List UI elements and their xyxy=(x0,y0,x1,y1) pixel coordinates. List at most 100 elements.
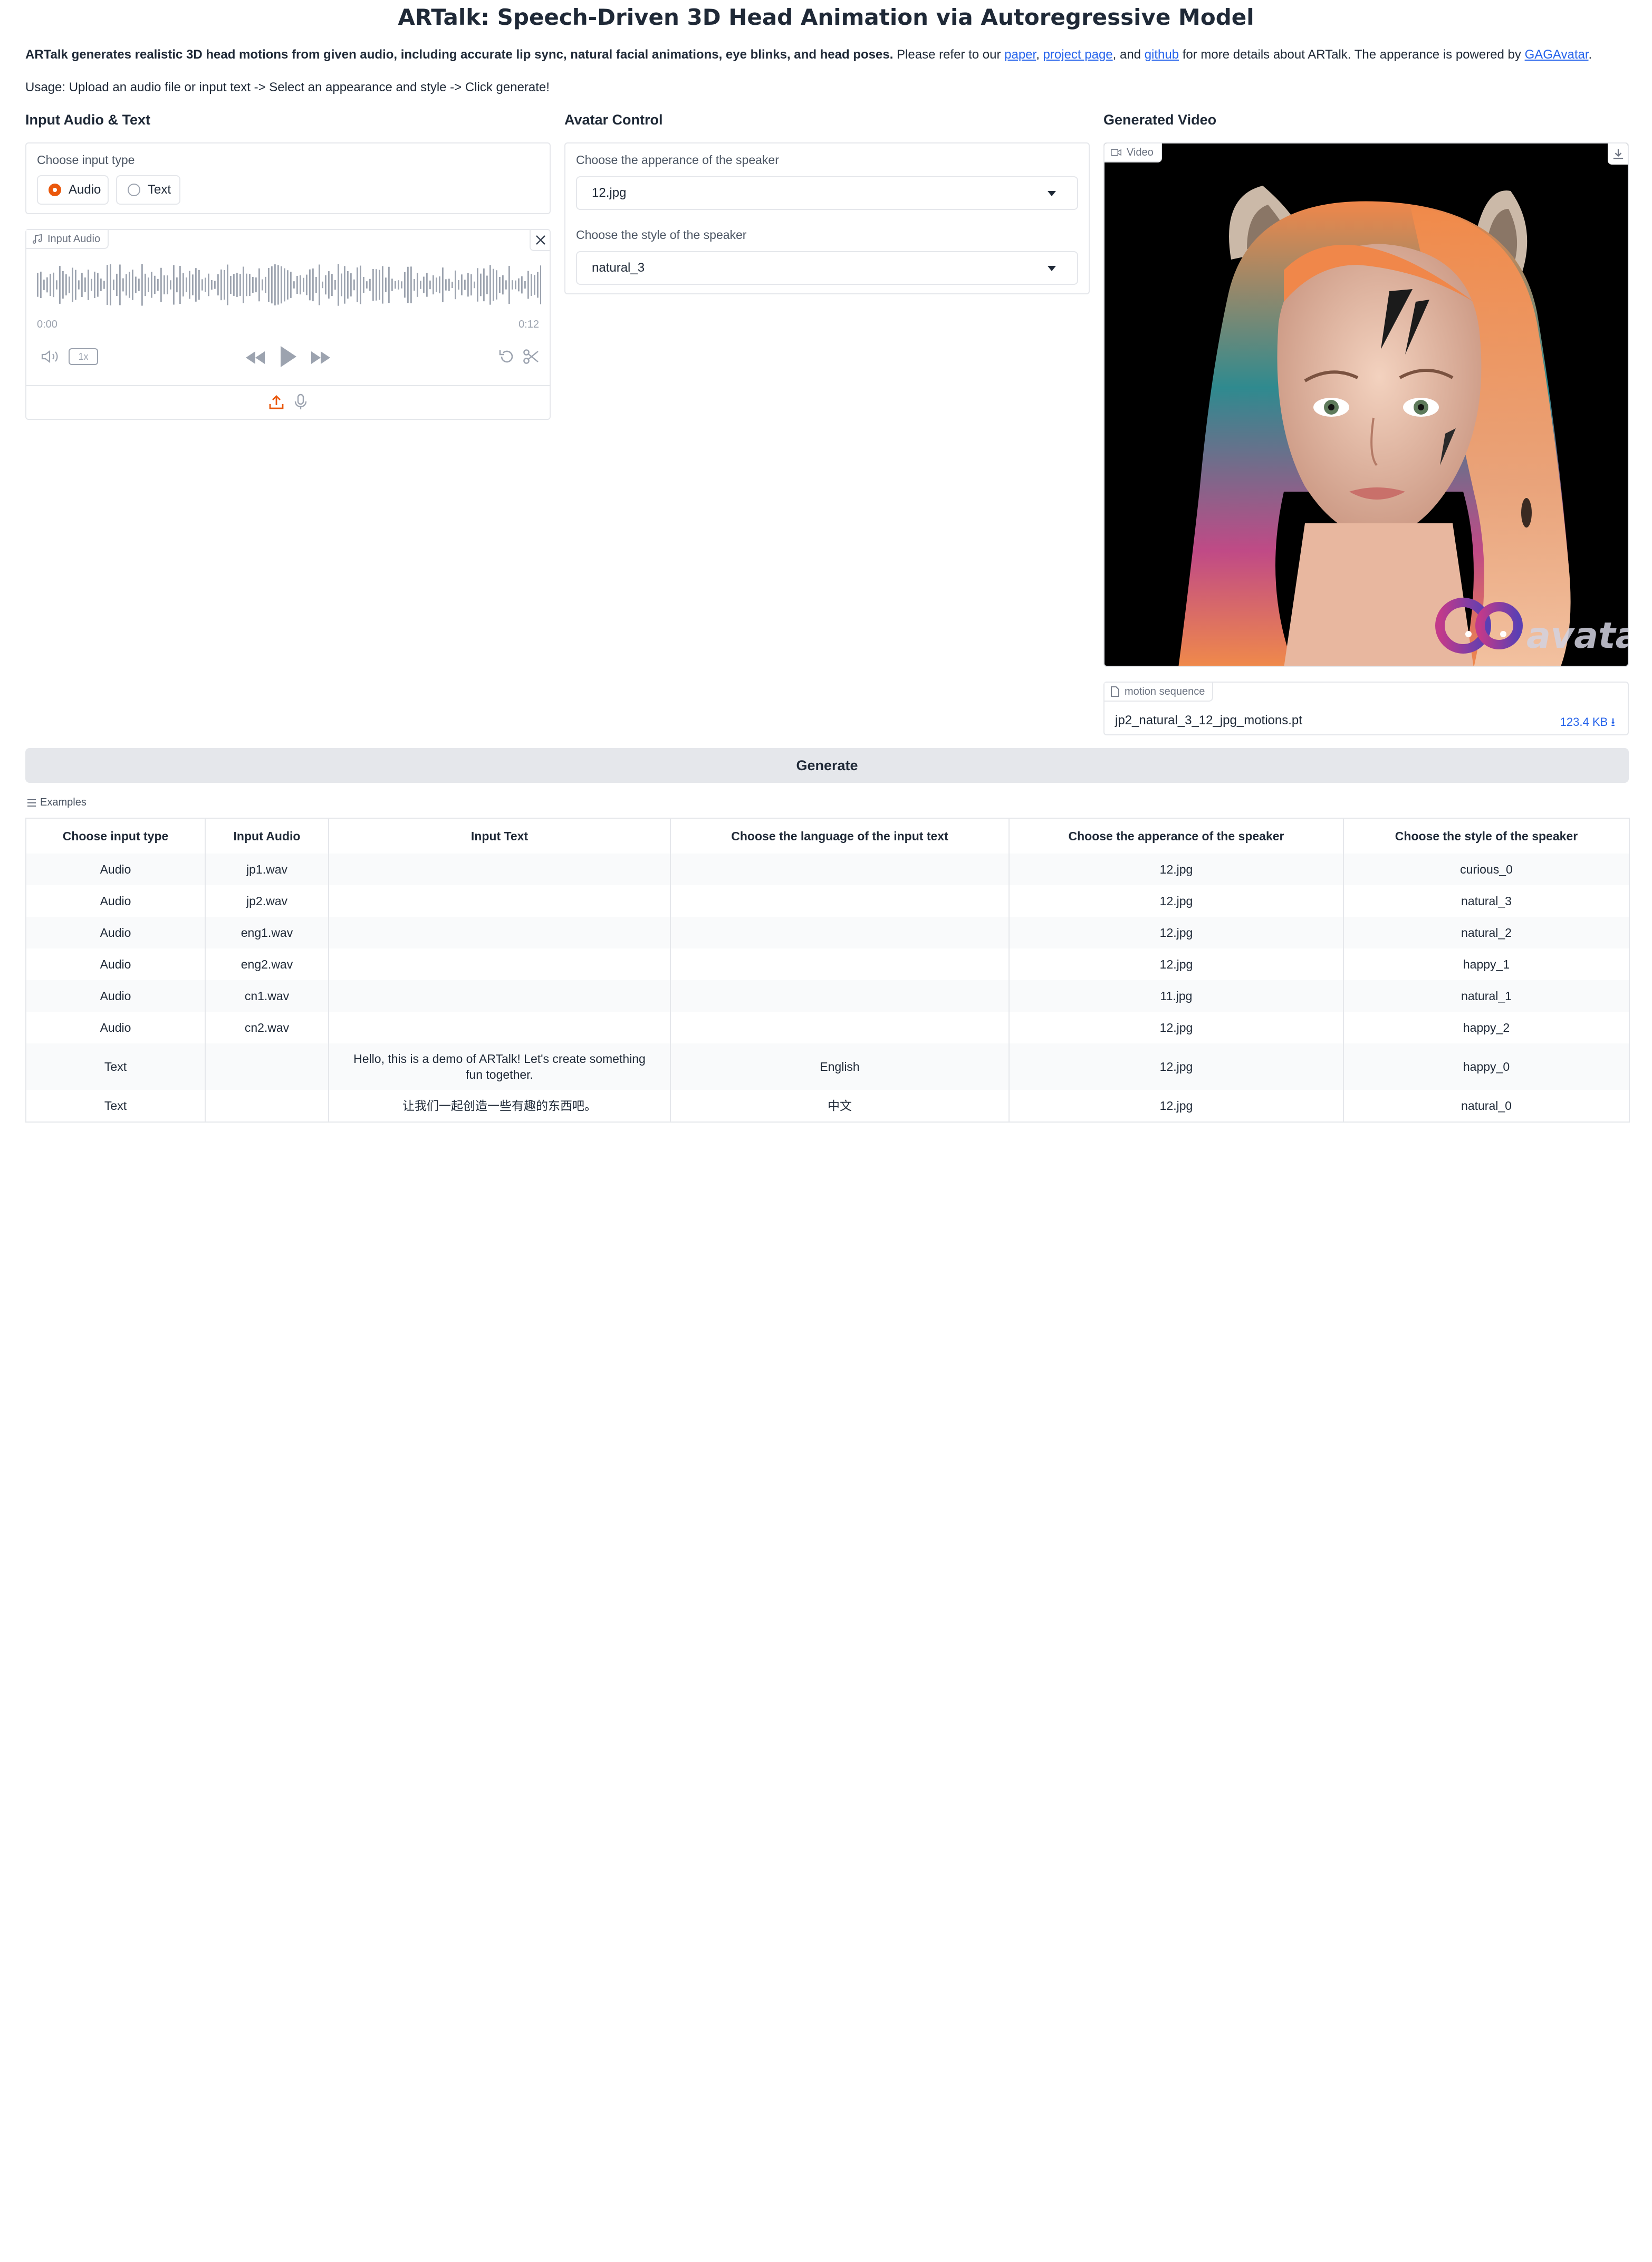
waveform-bar xyxy=(183,273,184,297)
table-cell xyxy=(670,980,1010,1012)
radio-text-label: Text xyxy=(148,183,171,197)
example-row[interactable]: Text Hello, this is a demo of ARTalk! Let… xyxy=(26,1043,1630,1090)
table-cell: natural_1 xyxy=(1343,980,1630,1012)
waveform-bar xyxy=(179,265,181,304)
table-cell: 让我们一起创造一些有趣的东西吧。 xyxy=(329,1090,671,1122)
waveform-bar xyxy=(97,273,99,297)
waveform-bar xyxy=(309,269,311,301)
waveform-bar xyxy=(436,277,437,292)
upload-button[interactable] xyxy=(267,392,286,411)
paper-link[interactable]: paper xyxy=(1004,47,1036,62)
project-page-link[interactable]: project page xyxy=(1043,47,1113,62)
music-note-icon xyxy=(33,234,42,244)
examples-label-text: Examples xyxy=(40,797,87,808)
waveform-bar xyxy=(537,272,539,298)
waveform-bar xyxy=(401,281,402,289)
table-cell: 12.jpg xyxy=(1009,885,1344,917)
example-row[interactable]: Audio eng2.wav 12.jpg happy_1 xyxy=(26,948,1630,980)
waveform-bar xyxy=(315,276,317,293)
audio-input-panel: Input Audio 0:00 0:12 1x xyxy=(25,229,551,420)
waveform-bar xyxy=(325,275,326,295)
column-header: Choose input type xyxy=(26,818,206,854)
waveform-bar xyxy=(274,264,276,305)
table-cell: jp2.wav xyxy=(205,885,329,917)
waveform-bar xyxy=(227,264,228,305)
gagavatar-link[interactable]: GAGAvatar xyxy=(1525,47,1589,62)
github-link[interactable]: github xyxy=(1145,47,1179,62)
waveform-bar xyxy=(126,274,127,296)
table-cell xyxy=(329,948,671,980)
file-icon xyxy=(1111,686,1119,697)
waveform-bar xyxy=(448,279,450,291)
example-row[interactable]: Text 让我们一起创造一些有趣的东西吧。 中文 12.jpg natural_0 xyxy=(26,1090,1630,1122)
waveform-bar xyxy=(72,267,73,302)
example-row[interactable]: Audio cn2.wav 12.jpg happy_2 xyxy=(26,1012,1630,1043)
scissors-icon xyxy=(523,349,539,364)
waveform-bar xyxy=(474,281,475,289)
radio-unselected-icon xyxy=(128,184,140,196)
video-player[interactable]: avatar Video xyxy=(1103,142,1629,667)
waveform-bar xyxy=(480,273,482,296)
table-cell xyxy=(205,1090,329,1122)
example-row[interactable]: Audio jp2.wav 12.jpg natural_3 xyxy=(26,885,1630,917)
volume-button[interactable] xyxy=(39,348,62,365)
waveform-bar xyxy=(334,280,336,290)
skip-back-button[interactable] xyxy=(244,349,267,366)
waveform-bar xyxy=(220,269,222,301)
waveform-bar xyxy=(107,265,108,305)
waveform-bar xyxy=(78,280,80,290)
waveform-bar xyxy=(214,281,216,289)
skip-forward-button[interactable] xyxy=(309,349,332,366)
style-dropdown[interactable]: natural_3 xyxy=(576,251,1078,285)
download-video-button[interactable] xyxy=(1608,143,1628,165)
caret-down-icon xyxy=(1048,191,1056,196)
play-button[interactable] xyxy=(277,345,299,368)
waveform-bar xyxy=(167,275,168,294)
waveform-bar xyxy=(328,271,330,299)
table-cell: 12.jpg xyxy=(1009,1090,1344,1122)
waveform-bar xyxy=(84,277,86,292)
trim-button[interactable] xyxy=(521,348,540,365)
audio-waveform[interactable] xyxy=(37,260,541,310)
waveform-bar xyxy=(391,279,393,291)
close-icon xyxy=(536,235,545,245)
column-header: Input Text xyxy=(329,818,671,854)
example-row[interactable]: Audio jp1.wav 12.jpg curious_0 xyxy=(26,854,1630,885)
video-camera-icon xyxy=(1111,149,1121,156)
table-cell: jp1.wav xyxy=(205,854,329,885)
radio-text[interactable]: Text xyxy=(116,175,180,205)
table-cell: 12.jpg xyxy=(1009,948,1344,980)
avatar-portrait-image xyxy=(1178,186,1571,666)
waveform-bar xyxy=(338,264,339,306)
waveform-bar xyxy=(410,266,412,303)
record-button[interactable] xyxy=(291,392,310,411)
clear-audio-button[interactable] xyxy=(530,230,551,251)
waveform-bar xyxy=(145,273,146,296)
style-label: Choose the style of the speaker xyxy=(576,228,747,242)
waveform-bar xyxy=(439,276,440,294)
table-cell: 12.jpg xyxy=(1009,917,1344,948)
example-row[interactable]: Audio eng1.wav 12.jpg natural_2 xyxy=(26,917,1630,948)
waveform-bar xyxy=(407,266,409,303)
file-download-link[interactable]: 123.4 KB ⭳ xyxy=(1560,713,1615,733)
waveform-bar xyxy=(531,274,532,296)
waveform-bar xyxy=(508,266,510,304)
waveform-bar xyxy=(366,281,368,289)
download-icon xyxy=(1613,149,1624,159)
radio-audio[interactable]: Audio xyxy=(37,175,109,205)
waveform-bar xyxy=(534,275,535,295)
undo-button[interactable] xyxy=(497,348,516,365)
waveform-bar xyxy=(265,276,266,293)
waveform-bar xyxy=(262,279,263,291)
waveform-bar xyxy=(470,274,472,296)
table-cell: 12.jpg xyxy=(1009,1012,1344,1043)
generate-button[interactable]: Generate xyxy=(25,748,1629,783)
example-row[interactable]: Audio cn1.wav 11.jpg natural_1 xyxy=(26,980,1630,1012)
playback-speed-button[interactable]: 1x xyxy=(69,348,98,365)
appearance-dropdown[interactable]: 12.jpg xyxy=(576,176,1078,210)
waveform-bar xyxy=(369,279,371,291)
table-cell: 11.jpg xyxy=(1009,980,1344,1012)
waveform-bar xyxy=(43,280,45,290)
waveform-bar xyxy=(322,281,323,289)
waveform-bar xyxy=(138,279,140,291)
